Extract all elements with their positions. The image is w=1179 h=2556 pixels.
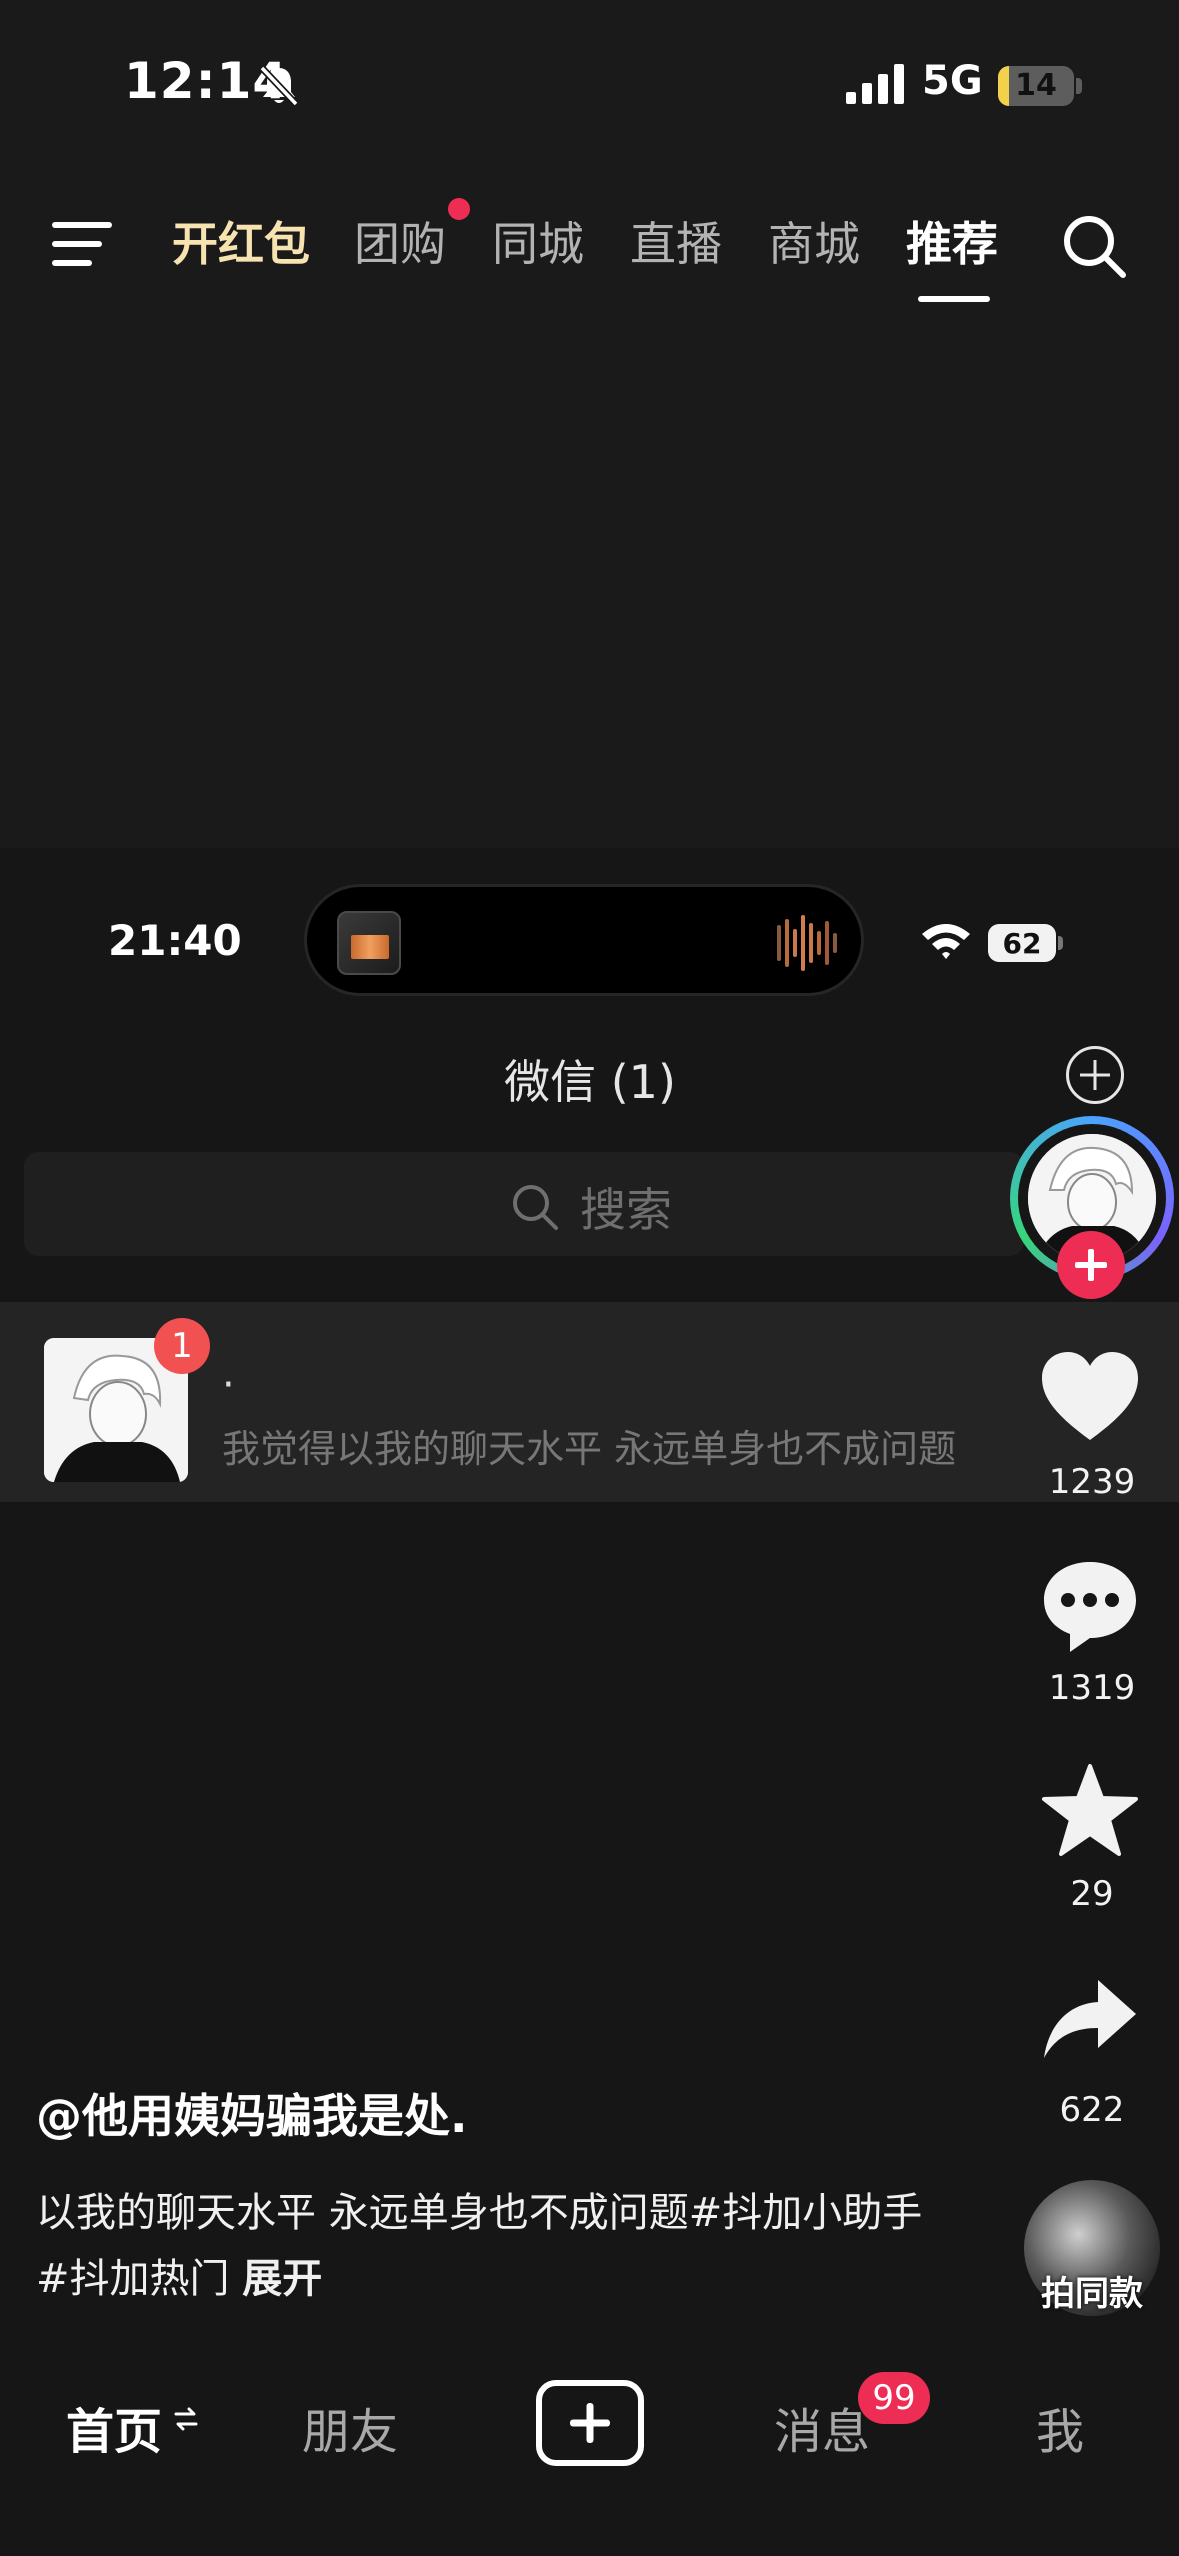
like-heart-icon[interactable] — [1040, 1350, 1140, 1442]
like-count: 1239 — [1048, 1462, 1136, 1502]
wechat-search-icon — [513, 1185, 558, 1230]
nav-friends[interactable]: 朋友 — [302, 2392, 398, 2462]
inner-battery-nub — [1058, 936, 1063, 950]
inner-status-time: 21:40 — [108, 916, 242, 965]
follow-button[interactable] — [1057, 1231, 1125, 1299]
battery-percent: 14 — [1015, 68, 1057, 103]
nav-messages[interactable]: 消息 — [774, 2392, 870, 2462]
cellular-signal-icon — [846, 64, 904, 104]
wifi-icon — [922, 924, 970, 959]
wechat-search-bar: 搜索 — [24, 1152, 1024, 1256]
tab-red-packet[interactable]: 开红包 — [172, 212, 310, 276]
tab-group-buy[interactable]: 团购 — [354, 212, 446, 276]
battery-icon: 14 — [998, 66, 1074, 106]
chat-last-message: 我觉得以我的聊天水平 永远单身也不成问题 — [222, 1427, 957, 1471]
create-button[interactable] — [536, 2380, 644, 2466]
author-name[interactable]: @他用姨妈骗我是处. — [36, 2080, 467, 2146]
wechat-search-placeholder: 搜索 — [580, 1183, 672, 1237]
nav-me[interactable]: 我 — [1036, 2392, 1084, 2462]
video-description: 以我的聊天水平 永远单身也不成问题#抖加小助手 #抖加热门 展开 — [36, 2180, 936, 2312]
wechat-title: 微信 (1) — [504, 1055, 676, 1109]
tab-recommend[interactable]: 推荐 — [906, 212, 998, 276]
same-style-label[interactable]: 拍同款 — [1010, 2266, 1174, 2315]
messages-badge: 99 — [858, 2372, 930, 2424]
nav-home[interactable]: 首页 — [66, 2392, 162, 2462]
tab-live[interactable]: 直播 — [630, 212, 722, 276]
tab-local[interactable]: 同城 — [492, 212, 584, 276]
inner-battery-icon: 62 — [988, 924, 1056, 962]
network-type: 5G — [922, 58, 983, 104]
share-icon[interactable] — [1040, 1976, 1140, 2066]
chat-name: · — [222, 1362, 235, 1408]
swap-arrows-icon[interactable] — [174, 2406, 198, 2432]
share-count: 622 — [1059, 2090, 1125, 2130]
dynamic-island — [304, 884, 864, 996]
comment-count: 1319 — [1048, 1668, 1136, 1708]
favorite-count: 29 — [1070, 1874, 1114, 1914]
description-text: 以我的聊天水平 永远单身也不成问题#抖加小助手 #抖加热门 — [36, 2190, 923, 2302]
chat-unread-badge: 1 — [154, 1318, 210, 1374]
inner-battery-percent: 62 — [1002, 927, 1042, 960]
audio-wave-icon — [777, 915, 837, 971]
silent-bell-icon — [259, 65, 299, 107]
favorite-star-icon[interactable] — [1040, 1762, 1140, 1858]
search-icon[interactable] — [1060, 212, 1130, 282]
comment-icon[interactable] — [1040, 1556, 1140, 1656]
battery-nub — [1076, 78, 1082, 94]
wechat-add-icon — [1066, 1046, 1124, 1104]
tab-mall[interactable]: 商城 — [768, 212, 860, 276]
expand-link[interactable]: 展开 — [242, 2256, 322, 2302]
tab-notification-dot — [448, 198, 470, 220]
menu-icon[interactable] — [52, 220, 116, 268]
album-art-icon — [337, 911, 401, 975]
status-bar: 12:14 5G 14 — [0, 0, 1179, 170]
active-tab-indicator — [918, 296, 990, 302]
